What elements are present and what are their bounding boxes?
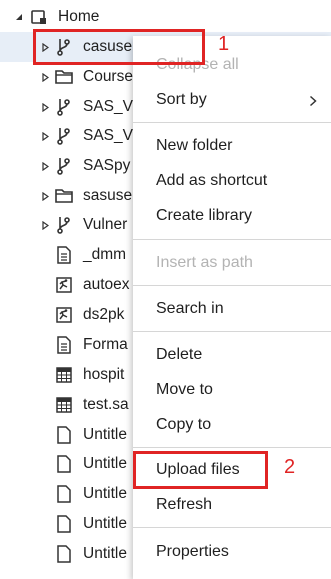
blank-file-icon xyxy=(55,455,73,473)
expand-triangle-icon[interactable] xyxy=(40,220,50,230)
annotation-step-2: 2 xyxy=(284,456,296,478)
annotation-highlight-upload-files xyxy=(133,451,268,489)
menu-item-insert-as-path: Insert as path xyxy=(156,254,253,271)
blank-file-icon xyxy=(55,426,73,444)
expand-triangle-icon[interactable] xyxy=(40,102,50,112)
tree-item-label: hospit xyxy=(83,366,125,383)
git-repo-icon xyxy=(55,216,73,234)
menu-item-properties[interactable]: Properties xyxy=(133,535,331,569)
menu-item-add-as-shortcut[interactable]: Add as shortcut xyxy=(133,164,331,198)
annotation-highlight-casuse xyxy=(33,29,205,65)
folder-icon xyxy=(55,68,73,86)
menu-separator xyxy=(133,122,331,123)
menu-item-move-to[interactable]: Move to xyxy=(133,373,331,407)
menu-item-search-in[interactable]: Search in xyxy=(133,292,331,326)
menu-item-new-folder[interactable]: New folder xyxy=(133,129,331,163)
tree-item-label: Untitle xyxy=(83,485,127,502)
git-repo-icon xyxy=(55,98,73,116)
tree-item-label: SAS_V xyxy=(83,98,133,115)
blank-file-icon xyxy=(55,515,73,533)
document-icon xyxy=(55,246,73,264)
menu-item-delete[interactable]: Delete xyxy=(133,338,331,372)
tree-item-label: Untitle xyxy=(83,515,127,532)
menu-item-refresh[interactable]: Refresh xyxy=(133,488,331,522)
context-menu: Collapse all Sort by New folder Add as s… xyxy=(133,36,331,579)
tree-item-label: test.sa xyxy=(83,396,129,413)
document-icon xyxy=(55,336,73,354)
expand-triangle-icon[interactable] xyxy=(40,131,50,141)
menu-item-create-library[interactable]: Create library xyxy=(133,199,331,233)
tree-item-label: autoex xyxy=(83,276,130,293)
tree-item-label: SASpy xyxy=(83,157,131,174)
menu-separator xyxy=(133,527,331,528)
home-folder-icon xyxy=(30,8,48,26)
tree-item-label: Untitle xyxy=(83,455,127,472)
collapse-triangle-icon[interactable] xyxy=(14,12,24,22)
sas-program-icon xyxy=(55,276,73,294)
menu-separator xyxy=(133,285,331,286)
expand-triangle-icon[interactable] xyxy=(40,191,50,201)
menu-separator xyxy=(133,447,331,448)
tree-item-label: Untitle xyxy=(83,545,127,562)
tree-item-label: Vulner xyxy=(83,216,128,233)
menu-separator xyxy=(133,239,331,240)
expand-triangle-icon[interactable] xyxy=(40,72,50,82)
sas-dataset-icon xyxy=(55,366,73,384)
annotation-step-1: 1 xyxy=(218,33,230,55)
tree-item-label: _dmm xyxy=(83,246,127,263)
tree-root-label: Home xyxy=(58,8,100,25)
blank-file-icon xyxy=(55,485,73,503)
chevron-right-icon xyxy=(309,94,317,112)
tree-item-label: SAS_V xyxy=(83,127,133,144)
expand-triangle-icon[interactable] xyxy=(40,161,50,171)
tree-item-label: Course xyxy=(83,68,133,85)
tree-root-home[interactable]: Home xyxy=(0,2,331,32)
tree-item-label: ds2pk xyxy=(83,306,125,323)
tree-item-label: sasuse xyxy=(83,187,133,204)
menu-separator xyxy=(133,331,331,332)
menu-item-sort-by[interactable]: Sort by xyxy=(133,83,331,117)
git-repo-icon xyxy=(55,157,73,175)
git-repo-icon xyxy=(55,127,73,145)
sas-dataset-icon xyxy=(55,396,73,414)
blank-file-icon xyxy=(55,545,73,563)
menu-item-copy-to[interactable]: Copy to xyxy=(133,408,331,442)
tree-item-label: Untitle xyxy=(83,426,127,443)
sas-program-icon xyxy=(55,306,73,324)
folder-icon xyxy=(55,187,73,205)
tree-item-label: Forma xyxy=(83,336,128,353)
